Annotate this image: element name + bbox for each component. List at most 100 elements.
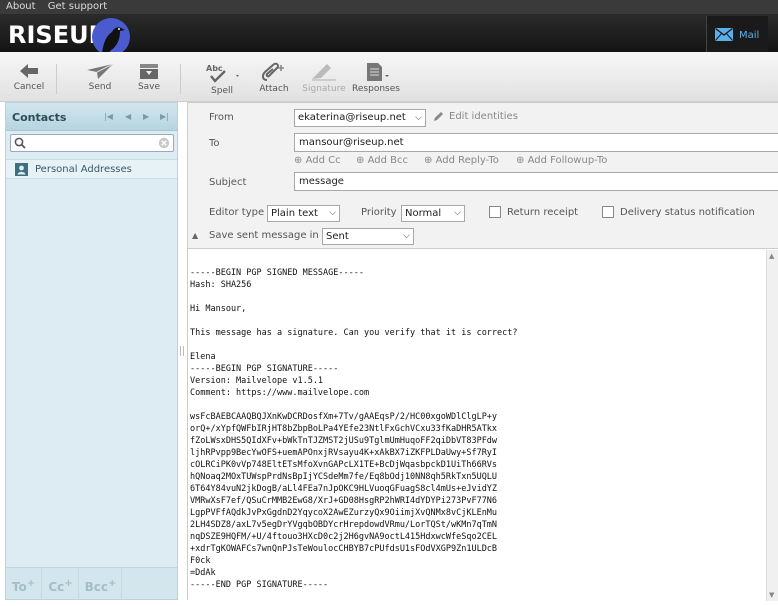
editor-type-select[interactable]: Plain text ⌵	[267, 205, 340, 222]
add-bcc-link[interactable]: ⊕ Add Bcc	[356, 155, 408, 166]
paperclip-icon	[261, 62, 284, 81]
attach-label: Attach	[259, 84, 289, 94]
chevron-down-icon: ⌵	[454, 208, 461, 218]
spell-check-icon: Abc	[206, 64, 239, 83]
add-reply-to-text: Add Reply-To	[435, 155, 499, 166]
editor-type-value: Plain text	[271, 208, 318, 219]
plus-icon: +	[64, 578, 73, 589]
chevron-down-icon: ⌵	[329, 208, 336, 218]
add-followup-to-text: Add Followup-To	[527, 155, 608, 166]
first-page-icon[interactable]: |◀	[104, 112, 113, 121]
add-cc-link[interactable]: ⊕ Add Cc	[294, 155, 341, 166]
from-label: From	[209, 112, 234, 123]
mail-tab-label: Mail	[739, 30, 760, 41]
contacts-header: Contacts |◀ ◀ ▶ ▶|	[6, 103, 177, 131]
save-sent-select[interactable]: Sent ⌵	[322, 228, 414, 245]
collapse-arrow-icon[interactable]: ▲	[192, 231, 198, 240]
message-body-editor[interactable]: -----BEGIN PGP SIGNED MESSAGE----- Hash:…	[188, 250, 778, 601]
plus-icon: +	[107, 578, 117, 589]
send-button[interactable]: Send	[78, 62, 122, 92]
plus-circle-icon: ⊕	[294, 155, 303, 166]
add-cc-label: Cc	[48, 580, 65, 594]
scroll-up-icon[interactable]: ▲	[769, 252, 774, 260]
add-cc-button[interactable]: Cc+	[43, 568, 79, 599]
from-value: ekaterina@riseup.net	[298, 112, 406, 123]
compose-headers: From ekaterina@riseup.net ⌵ Edit identit…	[188, 103, 778, 249]
cancel-button[interactable]: Cancel	[7, 62, 51, 92]
save-sent-value: Sent	[326, 231, 349, 242]
return-receipt-checkbox[interactable]	[489, 206, 501, 218]
priority-select[interactable]: Normal ⌵	[401, 205, 465, 222]
raven-logo-icon[interactable]	[92, 18, 130, 56]
subject-field[interactable]: message	[294, 172, 778, 191]
return-receipt-label: Return receipt	[507, 207, 579, 218]
add-to-button[interactable]: To+	[6, 568, 42, 599]
message-body-text: -----BEGIN PGP SIGNED MESSAGE----- Hash:…	[190, 268, 518, 590]
scroll-down-icon[interactable]: ▼	[769, 591, 774, 599]
add-reply-to-link[interactable]: ⊕ Add Reply-To	[424, 155, 499, 166]
save-label: Save	[137, 82, 161, 92]
signature-label: Signature	[302, 84, 346, 94]
cancel-label: Cancel	[13, 82, 45, 92]
get-support-link[interactable]: Get support	[48, 1, 107, 12]
top-nav: About Get support	[0, 0, 778, 14]
add-bcc-button[interactable]: Bcc+	[80, 568, 122, 599]
contacts-panel: Contacts |◀ ◀ ▶ ▶| Personal Addresses To…	[5, 102, 178, 600]
to-label: To	[209, 138, 220, 149]
add-followup-to-link[interactable]: ⊕ Add Followup-To	[516, 155, 607, 166]
chevron-down-icon: ⌵	[403, 231, 410, 241]
from-select[interactable]: ekaterina@riseup.net ⌵	[294, 109, 426, 127]
add-cc-text: Add Cc	[305, 155, 341, 166]
to-field[interactable]: mansour@riseup.net	[294, 133, 778, 152]
prev-page-icon[interactable]: ◀	[125, 112, 131, 121]
address-book-item[interactable]: Personal Addresses	[6, 159, 177, 179]
edit-identities-link[interactable]: Edit identities	[449, 111, 518, 122]
priority-value: Normal	[405, 208, 442, 219]
cancel-arrow-icon	[20, 64, 38, 78]
to-value: mansour@riseup.net	[299, 137, 404, 148]
clear-icon[interactable]	[158, 137, 170, 149]
compose-toolbar: Cancel Send Save Abc Spell Attach Signat…	[0, 52, 778, 102]
signature-button[interactable]: Signature	[302, 62, 346, 94]
contacts-title: Contacts	[12, 111, 67, 124]
document-icon	[367, 63, 389, 81]
plus-circle-icon: ⊕	[356, 155, 365, 166]
add-bcc-text: Add Bcc	[367, 155, 408, 166]
attach-button[interactable]: Attach	[252, 62, 296, 94]
chevron-down-icon: ⌵	[415, 113, 422, 123]
search-icon	[14, 137, 26, 149]
panel-splitter[interactable]	[180, 346, 184, 356]
mail-tab[interactable]: Mail	[706, 16, 768, 52]
plus-icon: +	[26, 578, 36, 589]
about-link[interactable]: About	[6, 1, 36, 12]
contact-search-input[interactable]	[29, 136, 155, 150]
app-header: RISEUP Mail	[0, 14, 778, 56]
mail-icon	[715, 28, 733, 41]
save-tray-icon	[140, 64, 158, 79]
editor-type-label: Editor type	[209, 207, 265, 218]
spell-label: Spell	[211, 86, 233, 96]
address-book-icon	[15, 163, 28, 176]
spell-button[interactable]: Abc Spell	[200, 62, 244, 96]
delivery-status-label: Delivery status notification	[620, 207, 755, 218]
save-sent-label: Save sent message in	[209, 230, 319, 241]
save-button[interactable]: Save	[127, 62, 171, 92]
address-book-label: Personal Addresses	[35, 164, 132, 175]
svg-text:Abc: Abc	[206, 64, 223, 73]
compose-area: From ekaterina@riseup.net ⌵ Edit identit…	[187, 102, 778, 601]
contact-search-box[interactable]	[10, 134, 174, 152]
toolbar-divider	[56, 64, 57, 94]
add-bcc-label: Bcc	[84, 580, 108, 594]
last-page-icon[interactable]: ▶|	[160, 112, 169, 121]
add-to-label: To	[11, 580, 27, 594]
message-scrollbar[interactable]: ▲ ▼	[766, 250, 778, 601]
priority-label: Priority	[361, 207, 397, 218]
next-page-icon[interactable]: ▶	[143, 112, 149, 121]
responses-button[interactable]: Responses	[352, 62, 400, 94]
responses-label: Responses	[352, 84, 400, 94]
subject-value: message	[299, 176, 344, 187]
send-label: Send	[88, 82, 112, 92]
signature-pen-icon	[312, 64, 336, 81]
delivery-status-checkbox[interactable]	[602, 206, 614, 218]
pencil-icon	[434, 112, 443, 121]
